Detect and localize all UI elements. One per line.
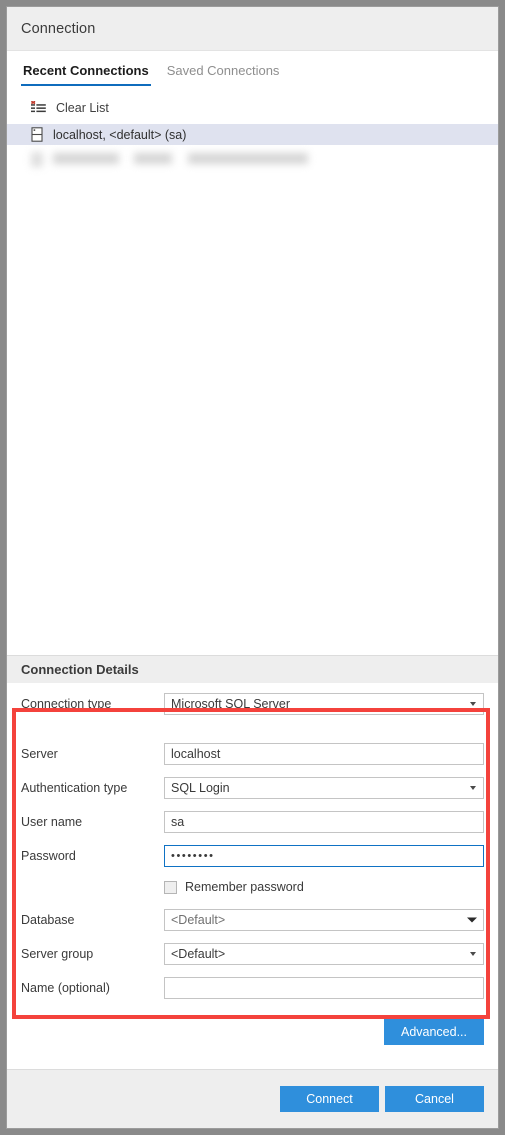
list-item-label-redacted xyxy=(53,152,308,167)
user-name-label: User name xyxy=(21,815,83,829)
cancel-button[interactable]: Cancel xyxy=(385,1086,484,1112)
chevron-down-icon xyxy=(470,786,476,790)
tab-saved-connections-label: Saved Connections xyxy=(166,63,280,78)
list-item[interactable]: localhost, <default> (sa) xyxy=(7,124,498,145)
advanced-button[interactable]: Advanced... xyxy=(384,1019,484,1045)
field-row-database: Database <Default> xyxy=(21,909,484,931)
dialog-titlebar: Connection xyxy=(7,7,498,51)
tab-bar: Recent Connections Saved Connections xyxy=(7,51,498,86)
password-input[interactable]: •••••••• xyxy=(164,845,484,867)
user-name-value: sa xyxy=(171,815,185,829)
field-row-name-optional: Name (optional) xyxy=(21,977,484,999)
authentication-type-label: Authentication type xyxy=(21,781,128,795)
field-row-password: Password •••••••• xyxy=(21,845,484,867)
password-label: Password xyxy=(21,849,76,863)
server-label: Server xyxy=(21,747,58,761)
server-group-value: <Default> xyxy=(171,947,226,961)
server-group-select[interactable]: <Default> xyxy=(164,943,484,965)
connection-dialog: Connection Recent Connections Saved Conn… xyxy=(6,6,499,1129)
remember-password-label: Remember password xyxy=(185,880,304,894)
connection-type-select[interactable]: Microsoft SQL Server xyxy=(164,693,484,715)
clear-list-button[interactable]: Clear List xyxy=(7,96,498,120)
password-value: •••••••• xyxy=(171,850,215,862)
field-row-server-group: Server group <Default> xyxy=(21,943,484,965)
list-item[interactable] xyxy=(7,149,498,170)
clear-list-label: Clear List xyxy=(56,101,109,115)
server-icon xyxy=(31,152,44,167)
chevron-down-icon xyxy=(470,952,476,956)
field-row-user-name: User name sa xyxy=(21,811,484,833)
user-name-input[interactable]: sa xyxy=(164,811,484,833)
recent-connections-list: localhost, <default> (sa) xyxy=(7,124,498,170)
dialog-footer: Connect Cancel xyxy=(7,1069,498,1128)
page-title: Connection xyxy=(21,20,96,37)
connect-button[interactable]: Connect xyxy=(280,1086,379,1112)
connection-type-value: Microsoft SQL Server xyxy=(171,697,291,711)
tab-saved-connections[interactable]: Saved Connections xyxy=(165,63,282,86)
clear-list-icon xyxy=(31,101,46,115)
checkbox-icon xyxy=(164,880,177,894)
tab-recent-connections-label: Recent Connections xyxy=(23,63,149,78)
field-row-connection-type: Connection type Microsoft SQL Server xyxy=(21,693,484,715)
connection-details-form: Connection type Microsoft SQL Server Ser… xyxy=(7,683,498,1011)
remember-password-checkbox[interactable]: Remember password xyxy=(164,877,484,897)
dialog-body: Recent Connections Saved Connections Cle… xyxy=(7,51,498,655)
chevron-down-icon xyxy=(470,702,476,706)
database-value: <Default> xyxy=(171,913,226,927)
database-select[interactable]: <Default> xyxy=(164,909,484,931)
name-optional-input[interactable] xyxy=(164,977,484,999)
server-input[interactable]: localhost xyxy=(164,743,484,765)
list-item-label: localhost, <default> (sa) xyxy=(53,127,187,142)
connection-details-title: Connection Details xyxy=(21,662,139,677)
connection-type-label: Connection type xyxy=(21,697,112,711)
authentication-type-value: SQL Login xyxy=(171,781,230,795)
screenshot-root: Connection Recent Connections Saved Conn… xyxy=(0,0,505,1135)
advanced-button-row: Advanced... xyxy=(7,1011,498,1069)
field-row-authentication-type: Authentication type SQL Login xyxy=(21,777,484,799)
server-value: localhost xyxy=(171,747,221,761)
field-row-server: Server localhost xyxy=(21,743,484,765)
server-group-label: Server group xyxy=(21,947,94,961)
tab-recent-connections[interactable]: Recent Connections xyxy=(21,63,151,86)
connection-details-header: Connection Details xyxy=(7,655,498,683)
authentication-type-select[interactable]: SQL Login xyxy=(164,777,484,799)
name-optional-label: Name (optional) xyxy=(21,981,110,995)
server-icon xyxy=(31,127,44,142)
chevron-down-icon xyxy=(467,917,477,923)
database-label: Database xyxy=(21,913,75,927)
